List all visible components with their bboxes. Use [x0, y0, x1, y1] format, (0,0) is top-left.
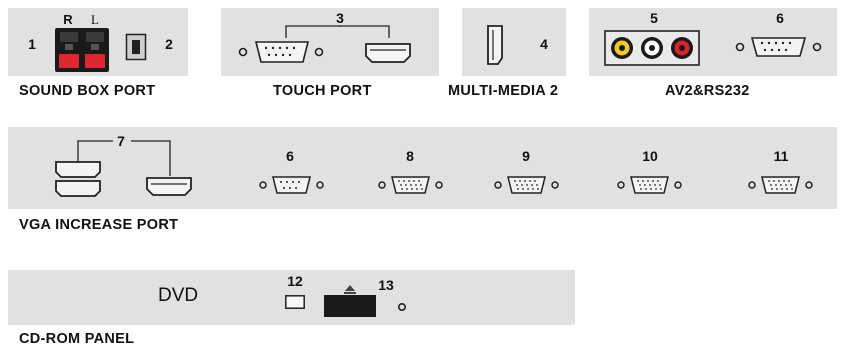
callout-4: 4: [540, 36, 548, 52]
power-switch-icon: [125, 33, 147, 61]
channel-l-label: L: [91, 12, 99, 27]
vga-increase-caption: VGA INCREASE PORT: [19, 217, 179, 233]
callout-1: 1: [28, 36, 36, 52]
callout-5: 5: [650, 10, 658, 26]
vga-port-icon-11: [748, 176, 813, 194]
callout-7: 7: [117, 133, 125, 149]
indicator-led-icon: [397, 302, 407, 312]
vga-port-icon-10: [617, 176, 682, 194]
vga-port-icon-9: [494, 176, 559, 194]
vga-port-icon-8: [378, 176, 443, 194]
callout-10: 10: [642, 148, 658, 164]
vga-bracket: [77, 140, 171, 176]
callout-3: 3: [336, 10, 344, 26]
dvd-label: DVD: [158, 285, 199, 306]
rca-jacks-icon: [604, 30, 700, 66]
hdmi-port-icon-2: [146, 177, 192, 196]
callout-8: 8: [406, 148, 414, 164]
multimedia-caption: MULTI-MEDIA 2: [448, 83, 559, 99]
channel-r-label: R: [63, 12, 73, 27]
sound-box-caption: SOUND BOX PORT: [19, 83, 156, 99]
hdmi-port-icon: [365, 43, 411, 63]
callout-6-mid: 6: [286, 148, 294, 164]
cdrom-caption: CD-ROM PANEL: [19, 331, 135, 347]
rs232-port-icon: [735, 37, 822, 57]
callout-13: 13: [378, 277, 394, 293]
av-rs232-caption: AV2&RS232: [665, 83, 750, 99]
hdmi-stacked-icon: [55, 161, 101, 197]
vga-increase-panel: [8, 127, 837, 209]
callout-9: 9: [522, 148, 530, 164]
callout-11: 11: [773, 148, 789, 164]
callout-12: 12: [287, 273, 303, 289]
callout-2: 2: [165, 36, 173, 52]
multimedia-port-icon: [487, 25, 503, 65]
eject-button-icon: [285, 295, 305, 309]
serial-port-icon: [238, 41, 324, 63]
speaker-terminal-icon: [55, 28, 109, 72]
disc-slot-icon: [324, 285, 376, 317]
serial-port-icon-2: [259, 176, 324, 194]
touch-port-caption: TOUCH PORT: [273, 83, 372, 99]
callout-6-top: 6: [776, 10, 784, 26]
